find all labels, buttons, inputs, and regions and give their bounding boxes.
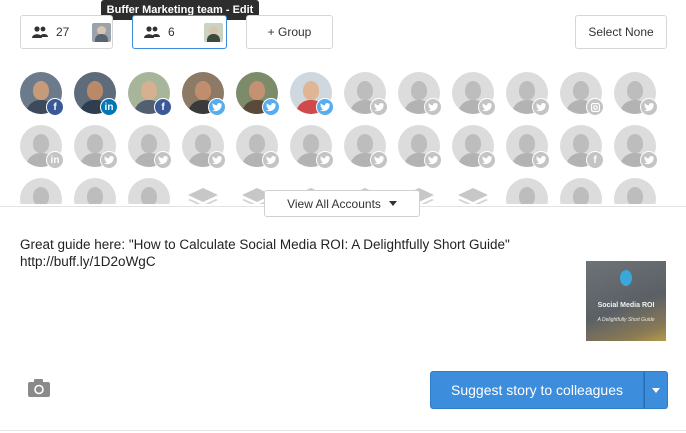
account-avatar[interactable] <box>20 178 62 204</box>
composer-line: Great guide here: "How to Calculate Soci… <box>20 237 510 252</box>
composer-link: http://buff.ly/1D2oWgC <box>20 254 156 269</box>
caret-down-icon <box>652 387 660 393</box>
account-avatar[interactable] <box>344 72 388 116</box>
twitter-icon <box>424 98 442 116</box>
account-avatar[interactable] <box>128 178 170 204</box>
twitter-icon <box>532 98 550 116</box>
avatar-photo <box>74 178 116 204</box>
twitter-icon <box>370 98 388 116</box>
composer-textarea[interactable]: Great guide here: "How to Calculate Soci… <box>20 236 580 270</box>
link-preview-thumbnail[interactable]: Social Media ROI A Delightfully Short Gu… <box>586 261 666 341</box>
account-avatar[interactable] <box>506 72 550 116</box>
account-avatar[interactable] <box>74 178 116 204</box>
group-button-marketing[interactable]: 6 <box>132 15 227 49</box>
account-avatar[interactable] <box>614 72 658 116</box>
account-avatar[interactable] <box>614 178 656 204</box>
group-count: 6 <box>168 25 175 39</box>
preview-logo <box>620 270 632 286</box>
preview-title: Social Media ROI <box>597 302 655 309</box>
twitter-icon <box>478 151 496 169</box>
buffer-logo-icon <box>458 188 488 204</box>
account-avatar[interactable] <box>290 72 334 116</box>
avatar-photo <box>506 178 548 204</box>
twitter-icon <box>532 151 550 169</box>
facebook-icon: f <box>154 98 172 116</box>
bottom-divider <box>0 430 686 431</box>
twitter-icon <box>262 151 280 169</box>
avatar-photo <box>128 178 170 204</box>
instagram-icon <box>586 98 604 116</box>
group-count: 27 <box>56 25 70 39</box>
group-button-all[interactable]: 27 <box>20 15 113 49</box>
account-avatar[interactable] <box>290 125 334 169</box>
account-avatar[interactable]: f <box>128 72 172 116</box>
avatar-photo <box>560 178 602 204</box>
account-avatar[interactable] <box>74 125 118 169</box>
twitter-icon <box>262 98 280 116</box>
twitter-icon <box>478 98 496 116</box>
account-avatar[interactable] <box>452 125 496 169</box>
twitter-icon <box>316 98 334 116</box>
account-avatar[interactable]: f <box>560 125 604 169</box>
account-avatar[interactable] <box>182 72 226 116</box>
linkedin-icon: in <box>46 151 64 169</box>
twitter-icon <box>316 151 334 169</box>
account-avatar[interactable] <box>506 125 550 169</box>
avatar-photo <box>20 178 62 204</box>
account-avatar[interactable] <box>398 125 442 169</box>
account-avatar[interactable] <box>452 72 496 116</box>
twitter-icon <box>208 151 226 169</box>
view-all-accounts-button[interactable]: View All Accounts <box>264 190 420 217</box>
account-avatar[interactable] <box>182 178 224 204</box>
account-avatar[interactable] <box>506 178 548 204</box>
account-avatar[interactable] <box>182 125 226 169</box>
accounts-grid: f in f in f <box>20 72 670 204</box>
account-avatar[interactable] <box>344 125 388 169</box>
account-avatar[interactable]: in <box>74 72 118 116</box>
twitter-icon <box>100 151 118 169</box>
twitter-icon <box>370 151 388 169</box>
view-all-label: View All Accounts <box>287 196 381 211</box>
people-icon <box>144 26 160 38</box>
caret-down-icon <box>388 201 397 206</box>
camera-icon[interactable] <box>28 379 50 397</box>
linkedin-icon: in <box>100 98 118 116</box>
group-avatar <box>204 22 223 42</box>
account-avatar[interactable] <box>398 72 442 116</box>
account-avatar[interactable] <box>452 178 494 204</box>
account-avatar[interactable]: in <box>20 125 64 169</box>
people-icon <box>32 26 48 38</box>
facebook-icon: f <box>46 98 64 116</box>
preview-subtitle: A Delightfully Short Guide <box>597 317 655 323</box>
account-avatar[interactable] <box>128 125 172 169</box>
facebook-icon: f <box>586 151 604 169</box>
account-avatar[interactable]: f <box>20 72 64 116</box>
twitter-icon <box>640 151 658 169</box>
account-avatar[interactable] <box>236 125 280 169</box>
twitter-icon <box>424 151 442 169</box>
twitter-icon <box>208 98 226 116</box>
suggest-story-button[interactable]: Suggest story to colleagues <box>430 371 644 409</box>
account-avatar[interactable] <box>236 72 280 116</box>
avatar-photo <box>614 178 656 204</box>
suggest-options-dropdown[interactable] <box>644 371 668 409</box>
select-none-button[interactable]: Select None <box>575 15 667 49</box>
twitter-icon <box>154 151 172 169</box>
buffer-logo-icon <box>188 188 218 204</box>
account-avatar[interactable] <box>560 72 604 116</box>
account-avatar[interactable] <box>560 178 602 204</box>
twitter-icon <box>640 98 658 116</box>
add-group-button[interactable]: + Group <box>246 15 333 49</box>
group-avatar <box>92 22 111 42</box>
account-avatar[interactable] <box>614 125 658 169</box>
